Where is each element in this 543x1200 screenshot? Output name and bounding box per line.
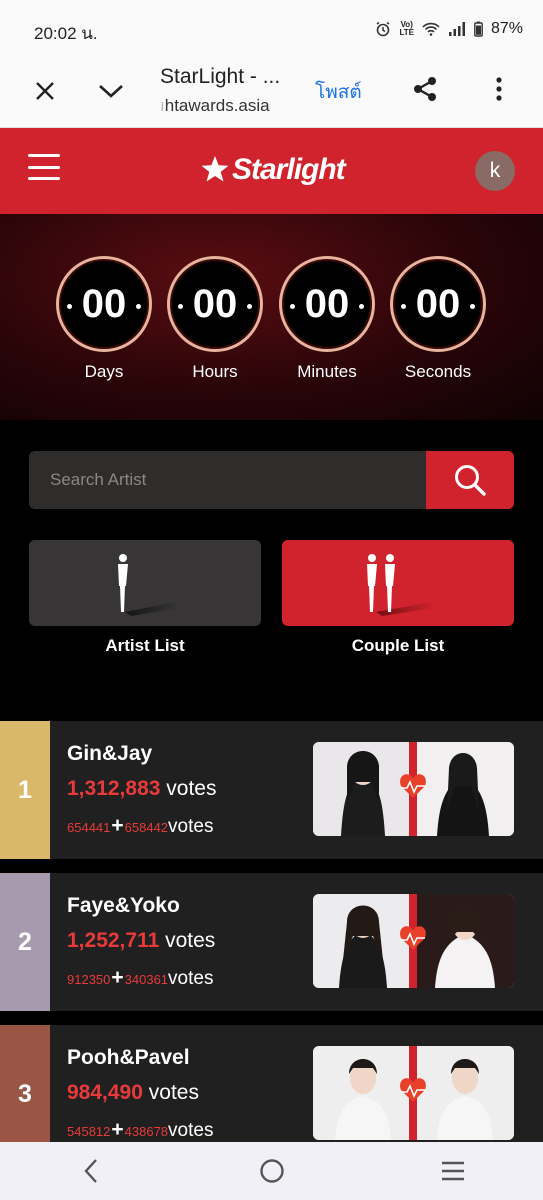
page-title: StarLight - ... (160, 65, 281, 88)
share-icon[interactable] (408, 72, 442, 106)
recents-icon[interactable] (423, 1149, 483, 1193)
ranking-row[interactable]: 2 Faye&Yoko 1,252,711 votes 912350+34036… (0, 873, 543, 1011)
single-person-icon (118, 554, 179, 616)
countdown-value: 00 (192, 281, 238, 326)
vote-split: 654441+658442votes (67, 814, 214, 837)
couple-list-button[interactable] (282, 540, 514, 626)
close-icon[interactable] (28, 74, 62, 108)
couple-photo (313, 894, 514, 988)
ranking-row[interactable]: 1 Gin&Jay 1,312,883 votes 654441+658442v… (0, 721, 543, 859)
search-icon (455, 465, 486, 496)
volte-icon: Vo) LTE (399, 20, 414, 37)
couple-name: Gin&Jay (67, 742, 153, 765)
signal-icon (448, 22, 465, 36)
status-time: 20:02 น. (34, 24, 98, 43)
home-icon[interactable] (242, 1149, 302, 1193)
couple-list-label[interactable]: Couple List (282, 636, 514, 656)
couple-photo (313, 742, 514, 836)
alarm-icon (377, 21, 390, 37)
post-button[interactable]: โพสต์ (315, 77, 362, 107)
countdown-label: Minutes (297, 362, 357, 381)
custom-tab-bar: StarLight - ... ıhtawards.asia โพสต์ (0, 60, 543, 128)
status-icons: Vo) LTE 87% (375, 20, 523, 38)
countdown-label: Hours (192, 362, 238, 381)
countdown-hours: 00 Hours (167, 256, 263, 382)
status-bar: 20:02 น. Vo) LTE 87% (0, 0, 543, 60)
countdown-seconds: 00 Seconds (390, 256, 486, 382)
couple-photo (313, 1046, 514, 1140)
search-input[interactable] (29, 451, 426, 509)
countdown-days: 00 Days (56, 256, 152, 382)
artist-list-label[interactable]: Artist List (29, 636, 261, 656)
couple-icon (367, 554, 434, 616)
more-options-icon[interactable] (482, 72, 516, 106)
rank-number: 2 (0, 873, 50, 1011)
battery-icon (474, 21, 483, 37)
vote-total: 1,312,883 votes (67, 777, 217, 800)
rank-number: 1 (0, 721, 50, 859)
battery-percent: 87% (490, 20, 523, 37)
starlight-logo[interactable]: Starlight (200, 150, 346, 190)
couple-name: Pooh&Pavel (67, 1046, 190, 1069)
avatar[interactable]: k (475, 151, 515, 191)
star-icon (201, 156, 229, 182)
vote-total: 984,490 votes (67, 1081, 199, 1104)
system-nav-bar (0, 1142, 543, 1200)
search-bar (29, 451, 514, 509)
countdown-value: 00 (415, 281, 461, 326)
vote-total: 1,252,711 votes (67, 929, 216, 952)
back-icon[interactable] (61, 1149, 121, 1193)
site-header: Starlight k (0, 128, 543, 214)
vote-split: 912350+340361votes (67, 966, 214, 989)
wifi-icon (422, 22, 440, 36)
menu-icon[interactable] (28, 154, 60, 180)
page-url: ıhtawards.asia (160, 96, 270, 115)
countdown-value: 00 (304, 281, 350, 326)
countdown-value: 00 (81, 281, 127, 326)
search-button[interactable] (426, 451, 514, 509)
artist-list-button[interactable] (29, 540, 261, 626)
chevron-down-icon[interactable] (94, 74, 128, 108)
countdown-label: Days (84, 362, 124, 381)
countdown-minutes: 00 Minutes (279, 256, 375, 382)
vote-split: 545812+438678votes (67, 1118, 214, 1141)
countdown-section: 00 Days 00 Hours 00 Minutes 00 Seconds (0, 214, 543, 420)
countdown-label: Seconds (404, 362, 472, 381)
couple-name: Faye&Yoko (67, 894, 180, 917)
